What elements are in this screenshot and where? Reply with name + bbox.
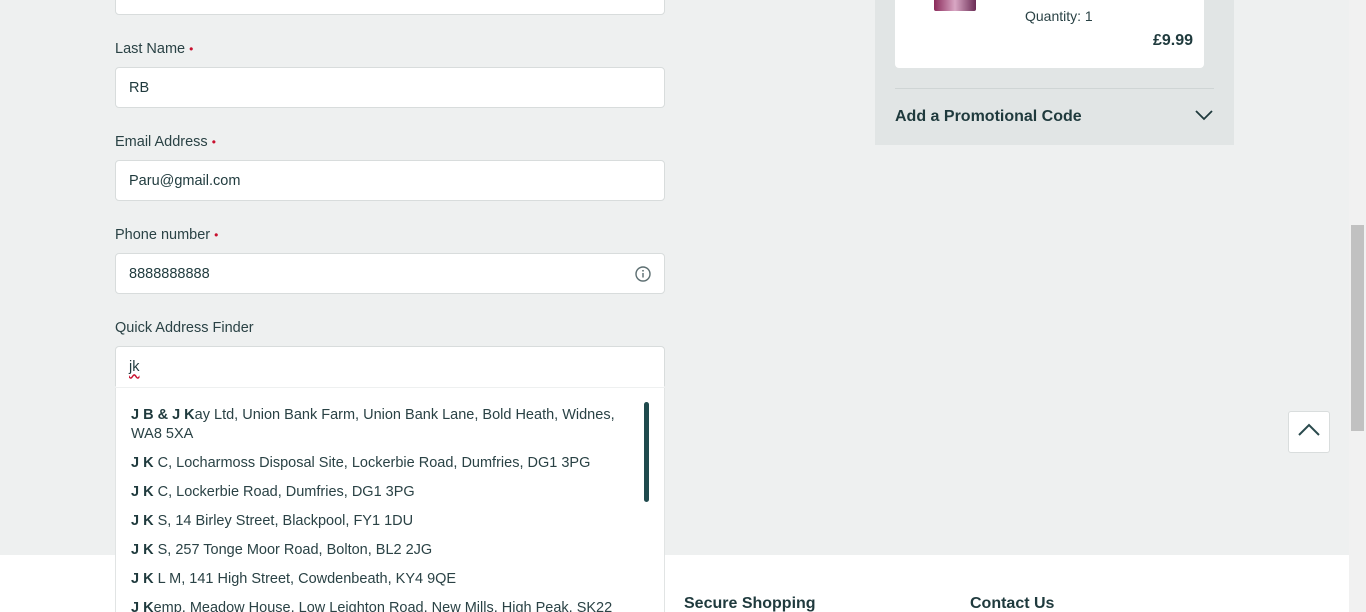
address-finder-label: Quick Address Finder [115, 320, 254, 336]
email-value: Paru@gmail.com [129, 172, 241, 189]
address-suggestion-item[interactable]: J K C, Lockerbie Road, Dumfries, DG1 3PG [131, 483, 631, 502]
address-suggestion-item[interactable]: J Kemp, Meadow House, Low Leighton Road,… [131, 599, 631, 612]
address-finder-input[interactable]: jk [115, 346, 665, 387]
back-to-top-button[interactable] [1288, 411, 1330, 453]
address-suggestions-list: J B & J Kay Ltd, Union Bank Farm, Union … [131, 406, 631, 612]
address-finder-value: jk [129, 358, 140, 375]
address-suggestion-item[interactable]: J K C, Locharmoss Disposal Site, Lockerb… [131, 454, 631, 473]
address-suggestion-item[interactable]: J K S, 14 Birley Street, Blackpool, FY1 … [131, 512, 631, 531]
last-name-value: RB [129, 79, 150, 96]
phone-label: Phone number • [115, 227, 219, 243]
footer-heading-secure-shopping: Secure Shopping [684, 595, 816, 612]
suggestion-match-text: J K [131, 455, 154, 471]
suggestion-match-text: J B & J K [131, 407, 195, 423]
last-name-label: Last Name • [115, 41, 194, 57]
suggestion-rest-text: S, 257 Tonge Moor Road, Bolton, BL2 2JG [153, 542, 433, 558]
first-name-field[interactable] [115, 0, 665, 15]
suggestion-match-text: J K [131, 542, 154, 558]
address-suggestion-item[interactable]: J B & J Kay Ltd, Union Bank Farm, Union … [131, 406, 631, 444]
dropdown-scrollbar-thumb[interactable] [644, 402, 649, 502]
suggestion-match-text: J K [131, 513, 154, 529]
suggestion-match-text: J K [131, 571, 154, 587]
item-price: £9.99 [1153, 32, 1194, 49]
email-field[interactable]: Paru@gmail.com [115, 160, 665, 201]
suggestion-rest-text: ay Ltd, Union Bank Farm, Union Bank Lane… [131, 407, 615, 442]
promo-code-label: Add a Promotional Code [895, 108, 1082, 125]
suggestion-rest-text: C, Lockerbie Road, Dumfries, DG1 3PG [153, 484, 415, 500]
info-icon[interactable] [635, 265, 651, 282]
phone-field[interactable]: 8888888888 [115, 253, 665, 294]
promo-divider [895, 88, 1214, 89]
suggestion-rest-text: S, 14 Birley Street, Blackpool, FY1 1DU [153, 513, 414, 529]
suggestion-rest-text: C, Locharmoss Disposal Site, Lockerbie R… [153, 455, 591, 471]
footer-heading-contact-us: Contact Us [970, 595, 1055, 612]
address-suggestion-item[interactable]: J K L M, 141 High Street, Cowdenbeath, K… [131, 570, 631, 589]
last-name-field[interactable]: RB [115, 67, 665, 108]
chevron-up-icon [1297, 423, 1321, 442]
suggestion-rest-text: emp, Meadow House, Low Leighton Road, Ne… [153, 600, 613, 612]
suggestion-match-text: J K [131, 484, 154, 500]
promo-code-toggle[interactable]: Add a Promotional Code [895, 106, 1214, 128]
item-quantity: Quantity: 1 [1025, 8, 1093, 24]
product-thumbnail [934, 0, 976, 11]
address-suggestion-item[interactable]: J K S, 257 Tonge Moor Road, Bolton, BL2 … [131, 541, 631, 560]
required-marker: • [211, 135, 216, 149]
email-label: Email Address • [115, 134, 216, 150]
suggestion-rest-text: L M, 141 High Street, Cowdenbeath, KY4 9… [153, 571, 457, 587]
phone-value: 8888888888 [129, 265, 210, 282]
required-marker: • [189, 42, 194, 56]
checkout-page: Last Name • RB Email Address • Paru@gmail.… [0, 0, 1366, 612]
chevron-down-icon [1194, 108, 1214, 126]
page-scrollbar-thumb[interactable] [1351, 225, 1364, 431]
required-marker: • [214, 228, 219, 242]
suggestion-match-text: J K [131, 600, 154, 612]
address-suggestions-dropdown: J B & J Kay Ltd, Union Bank Farm, Union … [115, 388, 665, 612]
